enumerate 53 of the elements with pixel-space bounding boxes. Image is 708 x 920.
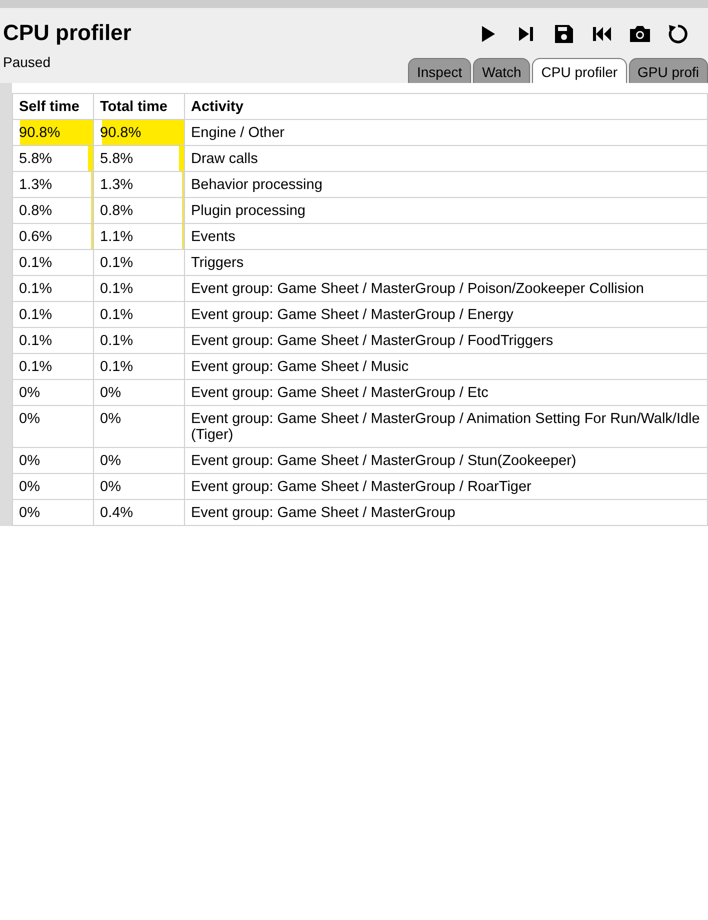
self-time-cell: 5.8% — [12, 146, 94, 172]
self-time-cell: 0.1% — [12, 328, 94, 354]
self-time-cell: 0% — [12, 474, 94, 500]
total-time-cell: 1.3% — [94, 172, 184, 198]
total-time-cell: 5.8% — [94, 146, 184, 172]
total-time-cell: 0% — [94, 380, 184, 406]
column-header[interactable]: Self time — [12, 94, 94, 120]
tab[interactable]: GPU profi — [628, 58, 708, 83]
activity-cell: Events — [184, 224, 708, 250]
tab[interactable]: Watch — [473, 58, 530, 83]
self-time-cell: 0% — [12, 380, 94, 406]
activity-cell: Draw calls — [184, 146, 708, 172]
total-time-cell: 0.1% — [94, 250, 184, 276]
self-time-cell: 0.6% — [12, 224, 94, 250]
activity-cell: Behavior processing — [184, 172, 708, 198]
activity-cell: Event group: Game Sheet / MasterGroup / Poison/Zookeeper Collision — [184, 276, 708, 302]
total-time-cell: 0% — [94, 474, 184, 500]
self-time-cell: 0.1% — [12, 354, 94, 380]
activity-cell: Event group: Game Sheet / MasterGroup / Animation Setting For Run/Walk/Idle (Tiger) — [184, 406, 708, 448]
activity-cell: Event group: Game Sheet / MasterGroup / FoodTriggers — [184, 328, 708, 354]
self-time-cell: 0% — [12, 406, 94, 448]
activity-cell: Event group: Game Sheet / MasterGroup / Energy — [184, 302, 708, 328]
activity-cell: Engine / Other — [184, 120, 708, 146]
total-time-cell: 0% — [94, 448, 184, 474]
self-time-cell: 0.1% — [12, 302, 94, 328]
total-time-cell: 0.1% — [94, 328, 184, 354]
panel-title: CPU profiler — [3, 20, 132, 46]
activity-cell: Event group: Game Sheet / MasterGroup / RoarTiger — [184, 474, 708, 500]
activity-cell: Event group: Game Sheet / Music — [184, 354, 708, 380]
self-time-cell: 0.1% — [12, 276, 94, 302]
total-time-cell: 0.1% — [94, 302, 184, 328]
activity-cell: Event group: Game Sheet / MasterGroup — [184, 500, 708, 526]
activity-cell: Plugin processing — [184, 198, 708, 224]
total-time-cell: 0.1% — [94, 354, 184, 380]
tab[interactable]: Inspect — [408, 58, 472, 83]
self-time-cell: 0.1% — [12, 250, 94, 276]
total-time-cell: 0% — [94, 406, 184, 448]
status-text: Paused — [3, 54, 52, 70]
self-time-cell: 1.3% — [12, 172, 94, 198]
self-time-cell: 0% — [12, 448, 94, 474]
total-time-cell: 0.1% — [94, 276, 184, 302]
tab[interactable]: CPU profiler — [532, 58, 627, 83]
activity-cell: Triggers — [184, 250, 708, 276]
total-time-cell: 0.8% — [94, 198, 184, 224]
save-icon[interactable] — [552, 22, 576, 46]
column-header[interactable]: Activity — [184, 94, 708, 120]
activity-cell: Event group: Game Sheet / MasterGroup / Etc — [184, 380, 708, 406]
total-time-cell: 1.1% — [94, 224, 184, 250]
reload-icon[interactable] — [666, 22, 690, 46]
self-time-cell: 0% — [12, 500, 94, 526]
activity-cell: Event group: Game Sheet / MasterGroup / Stun(Zookeeper) — [184, 448, 708, 474]
self-time-cell: 0.8% — [12, 198, 94, 224]
total-time-cell: 0.4% — [94, 500, 184, 526]
